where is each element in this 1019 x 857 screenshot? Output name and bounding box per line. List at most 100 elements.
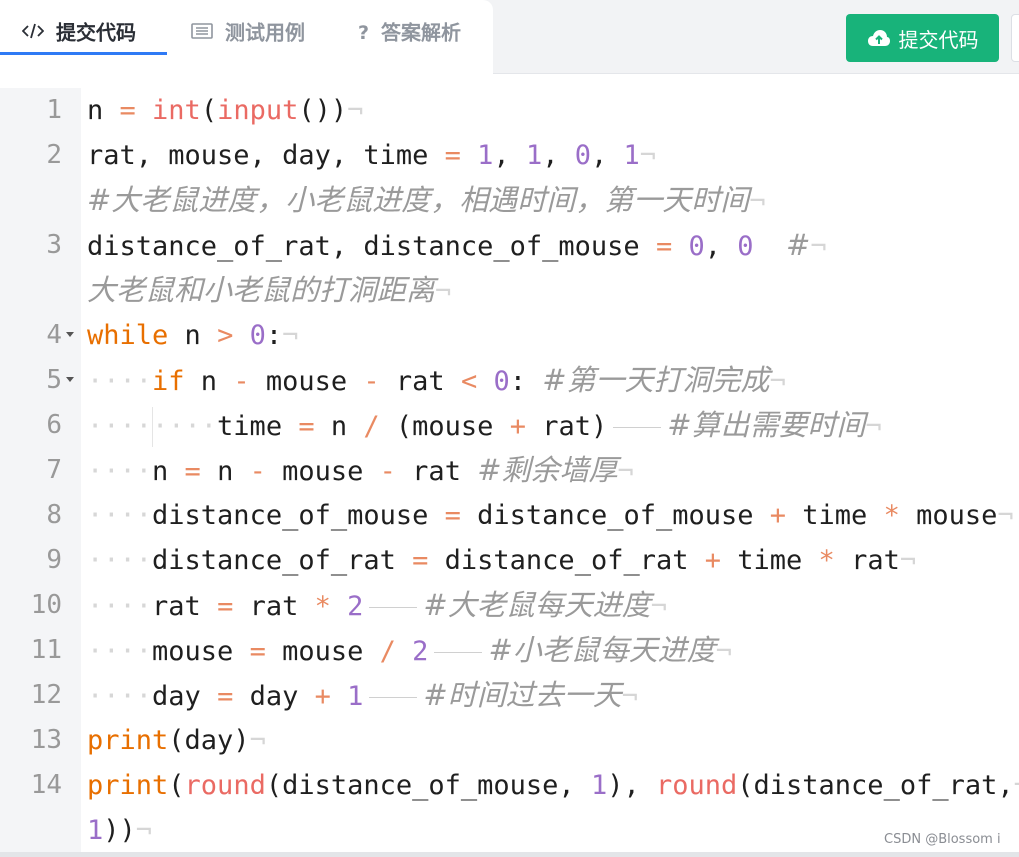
code-token: : [509, 366, 543, 397]
submit-code-button[interactable]: 提交代码 [846, 14, 999, 62]
code-token: distance_of_rat, distance_of_mouse [87, 231, 656, 262]
code-token: mouse [152, 636, 250, 667]
code-token: int [152, 95, 201, 126]
code-token: n [200, 456, 250, 487]
end-of-line-marker: ¬ [810, 231, 827, 262]
fold-arrow-icon[interactable] [66, 377, 74, 382]
tab-marker [613, 427, 662, 428]
tab-label: 测试用例 [225, 20, 305, 45]
line-number: 14 [30, 770, 62, 800]
code-token: n [152, 456, 185, 487]
code-text: n = int(input())¬ [87, 88, 363, 133]
code-line[interactable]: 9 ····distance_of_rat = distance_of_rat +… [0, 538, 1019, 583]
code-token: ···· [87, 456, 153, 487]
code-token: = [444, 500, 461, 531]
code-line[interactable]: 2 rat, mouse, day, time = 1, 1, 0, 1¬ [0, 133, 1019, 178]
code-token: ( [168, 770, 185, 801]
code-line[interactable]: 6 ········time = n / (mouse + rat) #算出需要时间… [0, 403, 1019, 448]
code-line[interactable]: 4 while n > 0:¬ [0, 313, 1019, 358]
code-token: rat [152, 591, 218, 622]
partial-button[interactable] [1011, 14, 1019, 62]
end-of-line-marker: ¬ [282, 320, 299, 351]
bottom-scrollbar[interactable] [0, 852, 1019, 857]
tab-bar: 提交代码 测试用例 ? 答案解析 [0, 0, 493, 74]
code-line[interactable]: 11 ····mouse = mouse / 2 #小老鼠每天进度¬ [0, 628, 1019, 673]
code-token: 1 [87, 815, 104, 846]
code-token: rat [379, 366, 461, 397]
code-token: * [883, 500, 900, 531]
code-token: , [493, 140, 526, 171]
code-token: 1 [347, 681, 364, 712]
code-token: 1 [477, 140, 494, 171]
code-token: 1 [623, 140, 640, 171]
end-of-line-marker: ¬ [639, 140, 657, 171]
fold-arrow-icon[interactable] [66, 332, 74, 337]
code-text: ····n = n - mouse - rat #剩余墙厚¬ [87, 448, 634, 494]
code-line[interactable]: 1))¬ [0, 808, 1019, 853]
active-tab-indicator [0, 52, 167, 55]
tab-marker [369, 697, 418, 698]
code-line[interactable]: 大老鼠和小老鼠的打洞距离¬ [0, 268, 1019, 313]
code-token: day [152, 681, 218, 712]
end-of-line-marker: ¬ [435, 276, 452, 307]
code-line[interactable]: 3 distance_of_rat, distance_of_mouse = 0,… [0, 223, 1019, 268]
line-number: 6 [46, 410, 62, 440]
code-token: = [444, 140, 461, 171]
code-token: = [298, 411, 315, 442]
code-token: = [119, 95, 136, 126]
code-line[interactable]: 14 print(round(distance_of_mouse, 1), rou… [0, 763, 1019, 808]
code-token: / [379, 636, 396, 667]
tab-answer-analysis[interactable]: ? 答案解析 [358, 0, 461, 58]
code-token: ········ [87, 411, 218, 442]
code-line[interactable]: #大老鼠进度，小老鼠进度，相遇时间，第一天时间¬ [0, 178, 1019, 223]
end-of-line-marker: ¬ [749, 186, 766, 217]
code-token: mouse [265, 456, 380, 487]
code-token: ), [607, 770, 656, 801]
code-token: > [217, 320, 234, 351]
code-token: ···· [87, 366, 153, 397]
tab-submit-code[interactable]: 提交代码 [21, 0, 136, 58]
code-token: #第一天打洞完成 [542, 363, 770, 397]
end-of-line-marker: ¬ [621, 681, 638, 712]
code-line[interactable]: 8 ····distance_of_mouse = distance_of_mou… [0, 493, 1019, 538]
tab-marker [369, 607, 418, 608]
end-of-line-marker: ¬ [997, 500, 1014, 531]
code-token: ( [200, 95, 218, 126]
line-number: 8 [46, 500, 62, 530]
code-line[interactable]: 1n = int(input())¬ [0, 88, 1019, 133]
code-token: 2 [347, 591, 364, 622]
code-text: ····rat = rat * 2 #大老鼠每天进度¬ [87, 583, 667, 629]
code-line[interactable]: 10 ····rat = rat * 2 #大老鼠每天进度¬ [0, 583, 1019, 628]
code-token: , [704, 231, 738, 262]
code-line[interactable]: 5 ····if n - mouse - rat < 0: #第一天打洞完成¬ [0, 358, 1019, 403]
code-token: 0 [574, 140, 591, 171]
code-token: ···· [87, 591, 153, 622]
line-number: 10 [30, 590, 62, 620]
code-token: - [363, 366, 380, 397]
code-text: distance_of_rat, distance_of_mouse = 0, … [87, 223, 827, 269]
code-token: mouse [899, 500, 998, 531]
code-token: 大老鼠和小老鼠的打洞距离 [87, 273, 436, 307]
top-bar: 提交代码 测试用例 ? 答案解析 提交代码 [0, 0, 1019, 74]
code-token: 0 [493, 366, 510, 397]
line-number: 9 [46, 545, 62, 575]
cloud-upload-icon [867, 30, 890, 46]
code-line[interactable]: 12 ····day = day + 1 #时间过去一天¬ [0, 673, 1019, 718]
code-token: + [509, 411, 526, 442]
code-token: * [314, 591, 331, 622]
code-token: #大老鼠每天进度 [423, 588, 651, 622]
code-token: n [184, 366, 234, 397]
code-token: time [721, 545, 819, 576]
code-token: n [168, 320, 218, 351]
end-of-line-marker: ¬ [865, 411, 882, 442]
tab-test-cases[interactable]: 测试用例 [191, 0, 305, 58]
code-token: 2 [412, 636, 429, 667]
code-line[interactable]: 13 print(day)¬ [0, 718, 1019, 763]
code-token: = [655, 231, 673, 262]
code-token: ···· [87, 681, 153, 712]
code-text: ····mouse = mouse / 2 #小老鼠每天进度¬ [87, 628, 732, 674]
code-editor[interactable]: 1n = int(input())¬ 2 rat, mouse, day, time… [0, 88, 1019, 857]
code-line[interactable]: 7 ····n = n - mouse - rat #剩余墙厚¬ [0, 448, 1019, 493]
